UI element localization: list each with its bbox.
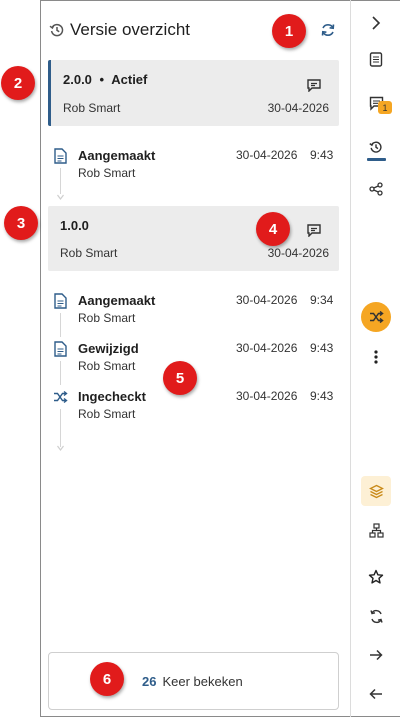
share-icon [369, 182, 383, 196]
panel-border-top [40, 0, 400, 1]
document-icon [52, 340, 68, 358]
timeline-action: Ingecheckt [78, 389, 146, 404]
rail-forward-button[interactable] [361, 640, 391, 670]
rail-divider [350, 0, 351, 717]
version-user: Rob Smart [63, 101, 121, 115]
views-label: Keer bekeken [162, 674, 243, 689]
more-icon [374, 350, 378, 364]
rail-sync-button[interactable] [361, 601, 391, 631]
version-separator: • [99, 72, 105, 87]
timeline-action: Aangemaakt [78, 148, 156, 163]
timeline-date: 30-04-2026 [236, 389, 298, 403]
version-card-1-0-0[interactable]: 1.0.0 Rob Smart 30-04-2026 [48, 206, 339, 271]
version-panel: Versie overzicht 2.0.0 • Actief Rob Smar… [0, 0, 400, 717]
comment-count-badge: 1 [378, 101, 392, 114]
timeline-user: Rob Smart [78, 166, 136, 180]
layers-icon [368, 484, 384, 498]
rail-structure-button[interactable] [361, 515, 391, 545]
rail-history-button[interactable] [361, 132, 391, 162]
sync-icon [369, 609, 383, 623]
document-icon [369, 51, 383, 67]
timeline-date: 30-04-2026 [236, 293, 298, 307]
version-card-2-0-0[interactable]: 2.0.0 • Actief Rob Smart 30-04-2026 [48, 60, 339, 126]
chevron-right-icon [372, 16, 381, 30]
version-status: Actief [111, 72, 148, 87]
timeline-user: Rob Smart [78, 311, 136, 325]
rail-layers-button[interactable] [361, 476, 391, 506]
version-date: 30-04-2026 [267, 101, 329, 115]
timeline-date: 30-04-2026 [236, 341, 298, 355]
timeline-connector [60, 168, 61, 194]
version-title: 2.0.0 • Actief [63, 72, 147, 87]
panel-border [40, 0, 41, 717]
comment-button[interactable] [305, 222, 323, 238]
collapse-panel-button[interactable] [361, 8, 391, 38]
views-text: 26 Keer bekeken [142, 674, 243, 689]
comment-icon [307, 78, 321, 92]
timeline-user: Rob Smart [78, 407, 136, 421]
rail-back-button[interactable] [361, 679, 391, 709]
shuffle-icon [369, 310, 384, 324]
timeline-action: Gewijzigd [78, 341, 139, 356]
rail-document-button[interactable] [361, 44, 391, 74]
star-icon [368, 569, 384, 584]
timeline-arrow [57, 445, 64, 451]
rail-comments-button[interactable]: 1 [361, 88, 392, 118]
timeline-connector [60, 409, 61, 447]
refresh-icon [321, 24, 335, 36]
document-icon [52, 292, 68, 310]
callout-2: 2 [1, 66, 35, 100]
history-icon [48, 21, 66, 39]
timeline-user: Rob Smart [78, 359, 136, 373]
timeline-time: 9:43 [310, 389, 334, 403]
callout-1: 1 [272, 14, 306, 48]
timeline-time: 9:43 [310, 341, 334, 355]
callout-6: 6 [90, 662, 124, 696]
arrow-right-icon [370, 649, 383, 661]
rail-more-button[interactable] [361, 342, 391, 372]
timeline-item: Aangemaakt Rob Smart 30-04-2026 9:43 [48, 147, 339, 187]
callout-3: 3 [4, 206, 38, 240]
rail-share-button[interactable] [361, 174, 391, 204]
sitemap-icon [368, 522, 384, 538]
page-title: Versie overzicht [70, 20, 190, 39]
version-number: 2.0.0 [63, 72, 92, 87]
timeline-item: Aangemaakt Rob Smart 30-04-2026 9:34 [48, 292, 339, 332]
comment-icon [307, 223, 321, 237]
timeline-time: 9:43 [310, 148, 334, 162]
arrow-left-icon [369, 688, 382, 700]
document-icon [52, 147, 68, 165]
timeline-arrow [57, 194, 64, 200]
timeline-item: Ingecheckt Rob Smart 30-04-2026 9:43 [48, 388, 339, 428]
rail-checkin-button[interactable] [361, 302, 391, 332]
comment-button[interactable] [305, 77, 323, 93]
timeline-date: 30-04-2026 [236, 148, 298, 162]
version-user: Rob Smart [60, 246, 118, 260]
timeline-connector [60, 313, 61, 337]
timeline-action: Aangemaakt [78, 293, 156, 308]
refresh-button[interactable] [318, 20, 338, 40]
history-icon [369, 141, 382, 153]
timeline-time: 9:34 [310, 293, 334, 307]
rail-favorite-button[interactable] [361, 562, 391, 592]
version-date: 30-04-2026 [267, 246, 329, 260]
version-number: 1.0.0 [60, 218, 89, 233]
callout-4: 4 [256, 212, 290, 246]
callout-5: 5 [163, 361, 197, 395]
views-count: 26 [142, 674, 157, 689]
shuffle-icon [52, 388, 68, 406]
timeline-connector [60, 361, 61, 385]
